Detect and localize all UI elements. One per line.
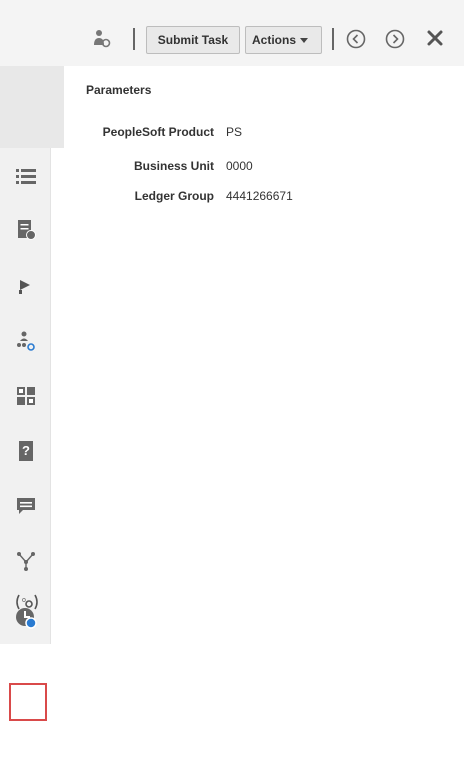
actions-label: Actions xyxy=(252,33,297,47)
people-settings-icon xyxy=(17,331,35,351)
list-icon xyxy=(16,169,36,184)
sidebar-item-alerts[interactable] xyxy=(10,270,42,302)
question-document-icon: ? xyxy=(19,441,33,461)
toolbar-separator xyxy=(133,28,135,50)
svg-text:?: ? xyxy=(22,443,30,458)
sidebar-item-layout[interactable] xyxy=(10,380,42,412)
param-label: Business Unit xyxy=(133,159,214,173)
sidebar-item-related-tasks[interactable] xyxy=(10,545,42,577)
hierarchy-icon xyxy=(17,552,35,571)
clock-status-icon xyxy=(16,608,37,629)
param-value: 4441266671 xyxy=(226,189,293,203)
submit-task-label: Submit Task xyxy=(157,33,229,47)
param-label: Ledger Group xyxy=(134,189,214,203)
submit-task-button[interactable]: Submit Task xyxy=(146,26,240,54)
sidebar-item-comments[interactable] xyxy=(10,490,42,522)
main-content: Parameters PeopleSoft Product PS Busines… xyxy=(64,66,464,644)
sidebar-item-questions[interactable]: ? xyxy=(10,435,42,467)
bell-icon xyxy=(19,280,30,294)
sidebar-header-area xyxy=(0,66,64,148)
toolbar: Submit Task Actions xyxy=(0,0,464,66)
sidebar-item-workflow[interactable] xyxy=(10,325,42,357)
section-title: Parameters xyxy=(86,83,152,97)
param-value: PS xyxy=(226,125,243,139)
toolbar-separator xyxy=(332,28,334,50)
close-icon[interactable] xyxy=(424,27,446,49)
comment-icon xyxy=(17,498,35,514)
document-info-icon xyxy=(18,220,36,240)
grid-icon xyxy=(17,387,35,405)
sidebar-item-history[interactable] xyxy=(10,735,42,767)
actions-menu-button[interactable]: Actions xyxy=(245,26,322,54)
sidebar-item-parameters[interactable] xyxy=(9,683,47,721)
param-label: PeopleSoft Product xyxy=(102,125,214,139)
next-icon[interactable] xyxy=(385,29,405,49)
chevron-down-icon xyxy=(300,38,309,44)
sidebar-item-details[interactable] xyxy=(10,214,42,246)
sidebar-item-list[interactable] xyxy=(10,160,42,192)
sidebar-item-status[interactable] xyxy=(10,602,42,634)
param-value: 0000 xyxy=(226,159,253,173)
person-icon[interactable] xyxy=(93,28,111,50)
previous-icon[interactable] xyxy=(346,29,366,49)
sidebar: ? o xyxy=(0,148,51,721)
